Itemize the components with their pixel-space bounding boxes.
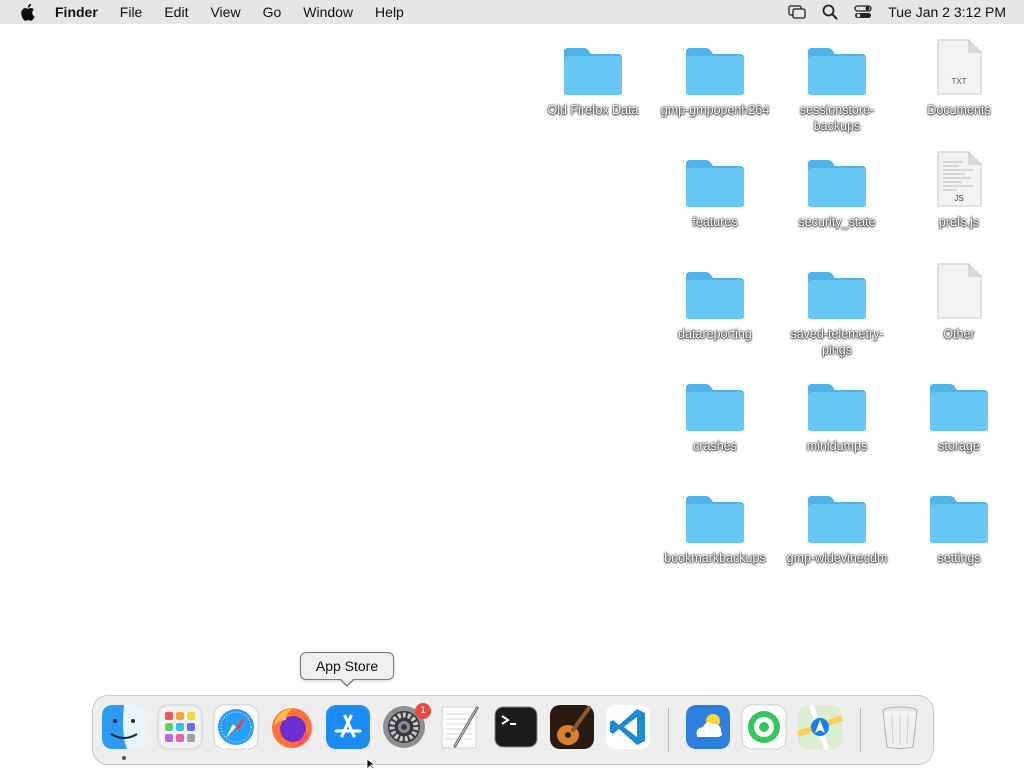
desktop-item-bookmarkbackups[interactable]: bookmarkbackups [659,486,771,566]
dock-vscode[interactable] [603,702,653,752]
menu-bar: Finder File Edit View Go Window Help Tue… [0,0,1024,24]
app-store-icon [326,705,370,749]
desktop-item-label: Other [943,327,975,341]
desktop-item-sessionstore-backups[interactable]: sessionstore-backups [781,38,893,134]
mouse-cursor-icon [366,758,376,770]
desktop-item-label: minidumps [806,439,868,453]
dock-separator [860,708,861,752]
menu-edit[interactable]: Edit [164,4,188,20]
menu-file[interactable]: File [120,4,143,20]
find-my-icon [741,704,787,750]
desktop-item-label: datareporting [678,327,752,341]
blank-file-icon [927,262,991,320]
desktop-item-label: bookmarkbackups [664,551,766,565]
txt-file-icon: TXT [927,38,991,96]
desktop-item-features[interactable]: features [659,150,771,230]
desktop-item-label: features [692,215,738,229]
notification-badge: 1 [415,703,431,719]
desktop-item-crashes[interactable]: crashes [659,374,771,454]
menubar-clock[interactable]: Tue Jan 2 3:12 PM [888,4,1006,20]
desktop-item-minidumps[interactable]: minidumps [781,374,893,454]
dock-maps[interactable] [795,702,845,752]
desktop-item-old-firefox-data[interactable]: Old Firefox Data [537,38,649,118]
menu-app-finder[interactable]: Finder [55,4,98,20]
menu-window[interactable]: Window [303,4,353,20]
folder-icon [683,38,747,96]
desktop-item-label: Documents [927,103,991,117]
dock-textedit[interactable] [435,702,485,752]
folder-icon [927,374,991,432]
desktop-item-label: gmp-widevinecdm [786,551,888,565]
file-type-badge: JS [954,194,963,203]
dock: 1 [92,695,934,765]
apple-menu-icon[interactable] [17,2,37,22]
desktop-item-label: Old Firefox Data [547,103,639,117]
dock-app-store[interactable] [323,702,373,752]
garageband-icon [550,705,594,749]
desktop-item-prefs-js[interactable]: JS prefs.js [903,150,1015,230]
dock-garageband[interactable] [547,702,597,752]
desktop-item-label: settings [937,551,981,565]
firefox-icon [272,708,312,748]
desktop-item-gmp-gmpopenh264[interactable]: gmp-gmpopenh264 [659,38,771,118]
menu-view[interactable]: View [210,4,240,20]
textedit-icon [441,706,479,749]
dock-trash[interactable] [875,702,925,752]
folder-icon [683,486,747,544]
desktop-item-label: crashes [693,439,737,453]
desktop-item-saved-telemetry-pings[interactable]: saved-telemetry-pings [781,262,893,358]
folder-icon [805,38,869,96]
weather-icon [686,705,730,749]
folder-icon [927,486,991,544]
desktop-item-storage[interactable]: storage [903,374,1015,454]
folder-icon [805,486,869,544]
menu-help[interactable]: Help [375,4,404,20]
desktop-item-other[interactable]: Other [903,262,1015,342]
tooltip-tail-inner [340,678,354,685]
folder-icon [805,150,869,208]
dock-safari[interactable] [211,702,261,752]
file-type-badge: TXT [951,77,966,86]
desktop-item-label: prefs.js [938,215,980,229]
desktop-item-gmp-widevinecdm[interactable]: gmp-widevinecdm [781,486,893,566]
desktop-item-datareporting[interactable]: datareporting [659,262,771,342]
desktop-item-label: saved-telemetry-pings [790,327,884,357]
running-indicator [122,756,126,760]
trash-icon [882,706,918,749]
desktop-item-label: sessionstore-backups [799,103,875,133]
desktop-item-security-state[interactable]: security_state [781,150,893,230]
screen-mirroring-icon[interactable] [788,5,806,19]
folder-icon [683,374,747,432]
safari-icon [213,704,259,750]
folder-icon [683,150,747,208]
desktop-item-documents[interactable]: TXT Documents [903,38,1015,118]
vscode-icon [606,705,650,749]
terminal-icon [494,706,538,748]
desktop-item-settings[interactable]: settings [903,486,1015,566]
launchpad-icon [157,704,203,750]
dock-launchpad[interactable] [155,702,205,752]
dock-finder[interactable] [99,702,149,752]
dock-terminal[interactable] [491,702,541,752]
dock-firefox[interactable] [267,702,317,752]
spotlight-search-icon[interactable] [822,4,838,20]
dock-tooltip: App Store [300,652,394,680]
desktop-item-label: gmp-gmpopenh264 [660,103,770,117]
desktop-item-label: security_state [798,215,876,229]
folder-icon [805,374,869,432]
maps-icon [797,704,843,750]
folder-icon [561,38,625,96]
js-file-icon: JS [927,150,991,208]
folder-icon [805,262,869,320]
dock-weather[interactable] [683,702,733,752]
menu-go[interactable]: Go [263,4,282,20]
folder-icon [683,262,747,320]
control-center-icon[interactable] [854,5,872,19]
dock-separator [668,708,669,752]
desktop-item-label: storage [938,439,980,453]
finder-icon [102,705,146,749]
dock-find-my[interactable] [739,702,789,752]
